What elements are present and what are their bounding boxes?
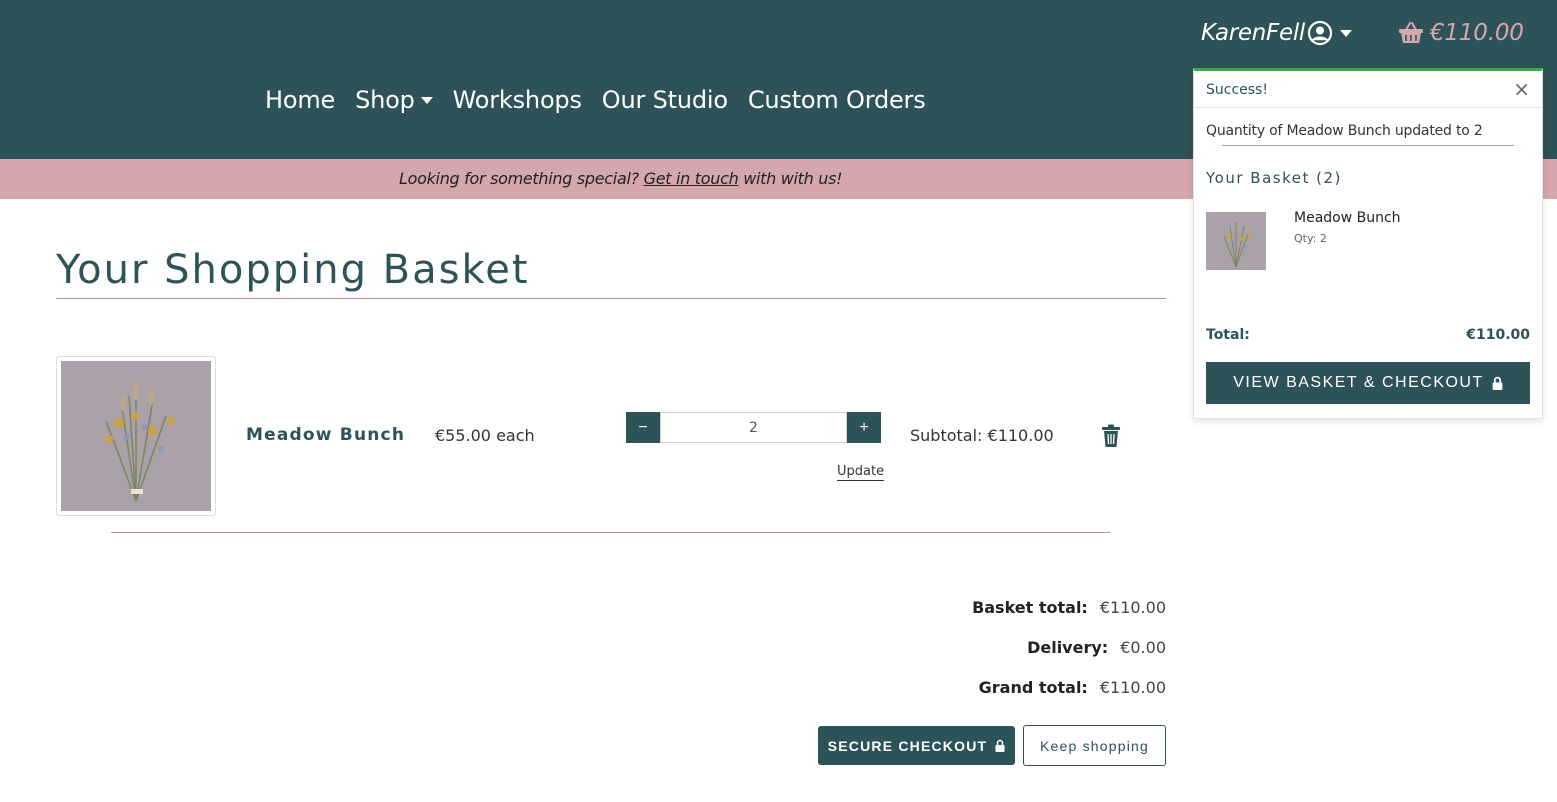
view-basket-checkout-label: VIEW BASKET & CHECKOUT	[1233, 374, 1484, 391]
close-icon[interactable]: ×	[1513, 77, 1530, 101]
nav-home[interactable]: Home	[265, 86, 335, 114]
divider	[56, 298, 1166, 299]
nav-workshops[interactable]: Workshops	[453, 86, 582, 114]
grand-total-label: Grand total:	[978, 678, 1088, 697]
product-name[interactable]: Meadow Bunch	[246, 425, 405, 445]
decrement-qty-button[interactable]: −	[626, 412, 660, 443]
secure-checkout-button[interactable]: SECURE CHECKOUT	[818, 726, 1015, 765]
product-photo	[61, 361, 211, 511]
quantity-stepper: − +	[626, 412, 881, 443]
basket-totals: Basket total: €110.00 Delivery: €0.00 Gr…	[972, 598, 1166, 718]
secure-checkout-label: SECURE CHECKOUT	[827, 737, 988, 754]
banner-text-before: Looking for something special?	[399, 169, 639, 188]
toast-total-value: €110.00	[1466, 327, 1530, 343]
toast-title: Success!	[1206, 82, 1268, 98]
divider	[1222, 145, 1514, 146]
increment-qty-button[interactable]: +	[847, 412, 881, 443]
grand-total-row: Grand total: €110.00	[972, 678, 1166, 718]
basket-icon	[1399, 22, 1423, 43]
grand-total-value: €110.00	[1099, 678, 1166, 697]
product-image	[56, 356, 216, 516]
divider	[111, 532, 1110, 533]
user-circle-icon	[1307, 20, 1333, 46]
main-nav: Home Shop Workshops Our Studio Custom Or…	[265, 86, 946, 114]
basket-total-label: Basket total:	[972, 598, 1088, 617]
item-subtotal: Subtotal: €110.00	[910, 426, 1054, 445]
trash-icon[interactable]	[1101, 424, 1121, 448]
banner-contact-link[interactable]: Get in touch	[644, 169, 739, 188]
caret-down-icon	[1340, 29, 1353, 37]
toast-item-qty: Qty: 2	[1294, 232, 1327, 245]
delivery-label: Delivery:	[1027, 638, 1109, 657]
toast-item-name: Meadow Bunch	[1294, 210, 1401, 226]
success-toast: Success! × Quantity of Meadow Bunch upda…	[1193, 68, 1543, 419]
keep-shopping-button[interactable]: Keep shopping	[1023, 725, 1166, 766]
basket-total-row: Basket total: €110.00	[972, 598, 1166, 638]
update-link[interactable]: Update	[837, 464, 885, 481]
nav-shop[interactable]: Shop	[355, 86, 433, 114]
nav-our-studio[interactable]: Our Studio	[602, 86, 728, 114]
delivery-value: €0.00	[1120, 638, 1166, 657]
delivery-row: Delivery: €0.00	[972, 638, 1166, 678]
nav-custom-orders[interactable]: Custom Orders	[748, 86, 926, 114]
toast-header: Success! ×	[1194, 71, 1542, 108]
lock-icon	[1492, 376, 1503, 390]
toast-basket-heading: Your Basket (2)	[1206, 169, 1342, 187]
caret-down-icon	[420, 96, 433, 104]
toast-total-label: Total:	[1206, 327, 1250, 343]
toast-product-image	[1206, 212, 1266, 270]
quantity-input[interactable]	[660, 412, 847, 443]
view-basket-checkout-button[interactable]: VIEW BASKET & CHECKOUT	[1206, 362, 1530, 404]
banner-text-after: with with us!	[743, 169, 843, 188]
header-basket-amount: €110.00	[1430, 20, 1524, 46]
basket-total-value: €110.00	[1099, 598, 1166, 617]
page-title: Your Shopping Basket	[56, 247, 530, 293]
lock-icon	[995, 739, 1005, 752]
nav-shop-label: Shop	[355, 86, 415, 114]
promo-banner-text: Looking for something special? Get in to…	[399, 169, 843, 188]
account-username[interactable]: KarenFell	[1201, 20, 1305, 46]
header-basket-link[interactable]: €110.00	[1398, 20, 1524, 46]
product-price: €55.00 each	[435, 426, 535, 445]
toast-message: Quantity of Meadow Bunch updated to 2	[1206, 123, 1483, 139]
account-menu[interactable]: KarenFell	[1201, 20, 1353, 46]
